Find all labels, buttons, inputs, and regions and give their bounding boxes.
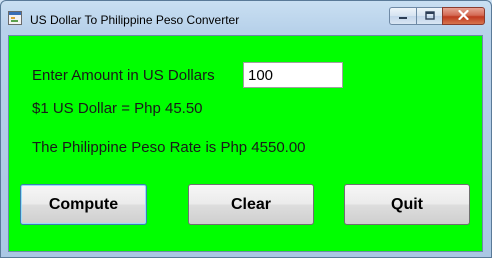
amount-input[interactable] — [243, 62, 343, 88]
maximize-icon — [424, 7, 435, 25]
exchange-rate-label: $1 US Dollar = Php 45.50 — [32, 100, 203, 117]
window-title: US Dollar To Philippine Peso Converter — [30, 13, 240, 27]
form-client-area: Enter Amount in US Dollars $1 US Dollar … — [8, 35, 483, 252]
title-bar[interactable]: US Dollar To Philippine Peso Converter — [1, 1, 491, 35]
result-label: The Philippine Peso Rate is Php 4550.00 — [32, 139, 306, 156]
close-icon — [458, 7, 469, 25]
clear-button[interactable]: Clear — [188, 184, 314, 225]
close-button[interactable] — [442, 7, 485, 25]
minimize-icon — [398, 7, 408, 25]
compute-button[interactable]: Compute — [20, 184, 147, 225]
app-form-icon — [8, 11, 22, 25]
caption-buttons — [389, 7, 485, 27]
minimize-button[interactable] — [389, 7, 416, 25]
quit-button[interactable]: Quit — [344, 184, 470, 225]
amount-label: Enter Amount in US Dollars — [32, 67, 215, 84]
maximize-button[interactable] — [416, 7, 442, 25]
app-window: US Dollar To Philippine Peso Converter E… — [0, 0, 492, 258]
